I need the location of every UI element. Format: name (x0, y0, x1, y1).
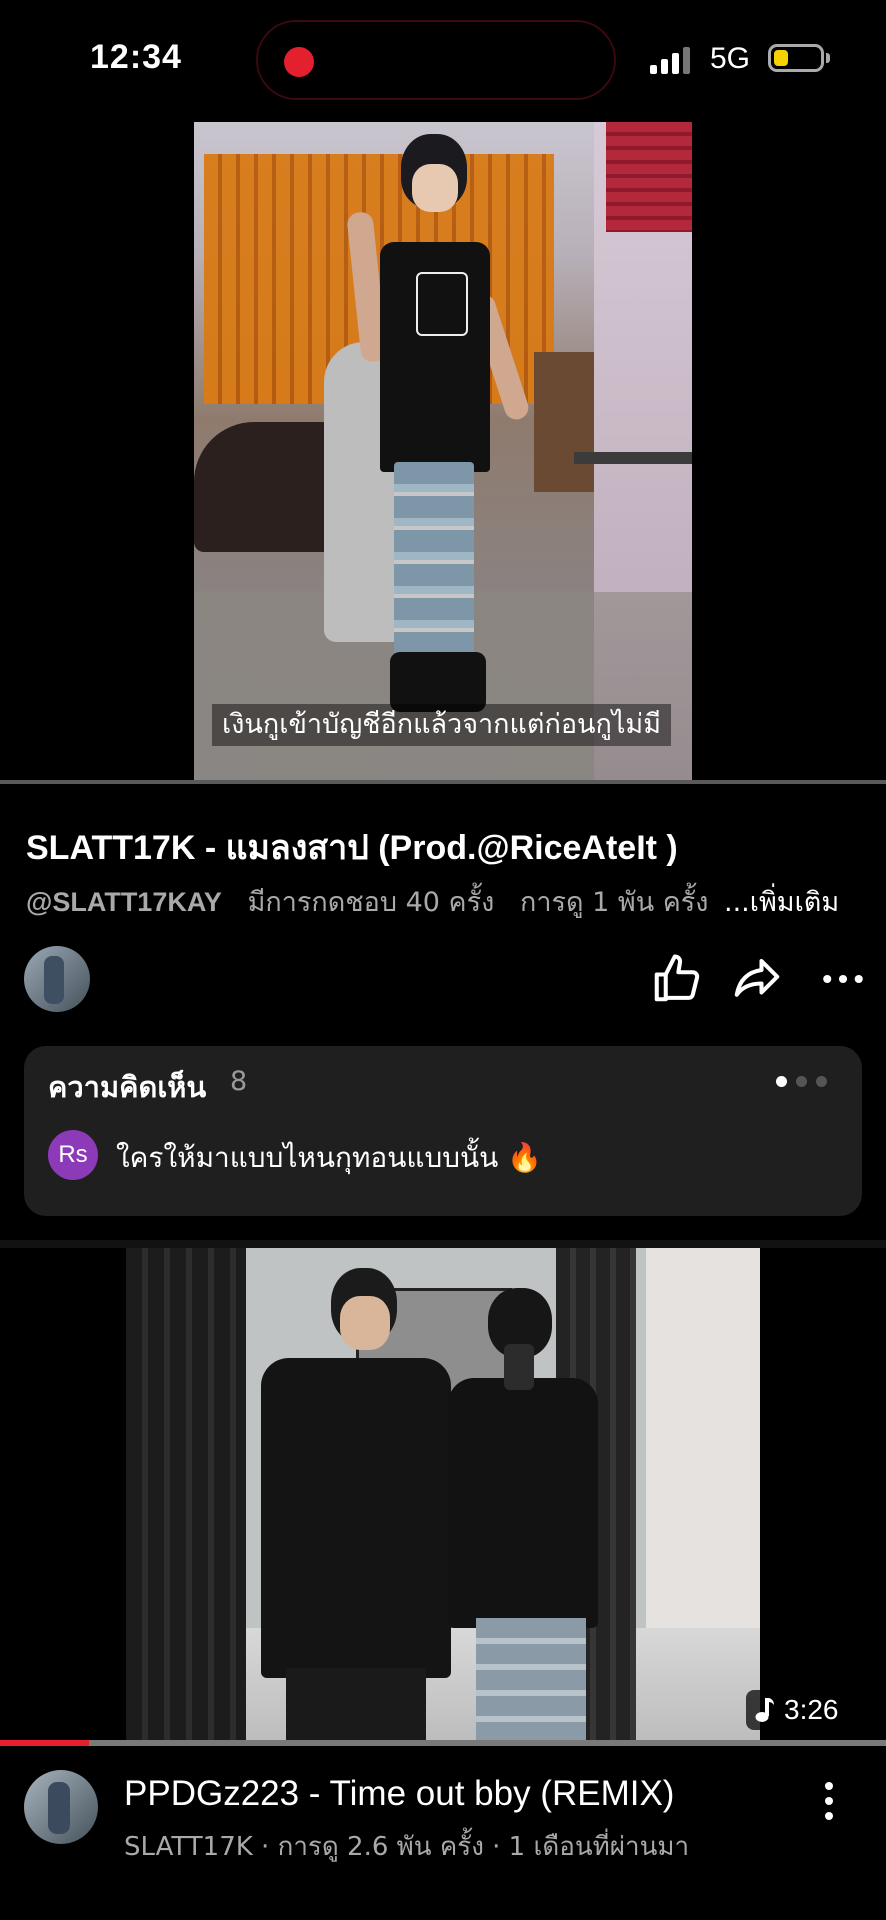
share-button[interactable] (730, 952, 788, 1006)
signal-strength-icon (650, 44, 694, 74)
show-more-button[interactable]: ...เพิ่มเติม (724, 880, 839, 923)
next-video-title[interactable]: PPDGz223 - Time out bby (REMIX) (124, 1774, 674, 1814)
channel-avatar[interactable] (24, 946, 90, 1012)
share-icon (734, 958, 780, 997)
next-video-progress-fill (0, 1740, 89, 1746)
network-type: 5G (710, 42, 751, 75)
more-vertical-icon (825, 1782, 833, 1820)
status-time: 12:34 (90, 38, 182, 76)
commenter-avatar[interactable]: Rs (48, 1130, 98, 1180)
music-note-icon (755, 1698, 774, 1722)
section-divider (0, 1240, 886, 1248)
comments-count: 8 (230, 1066, 248, 1097)
next-video-progress-track (0, 1740, 886, 1746)
video-player[interactable]: เงินกูเข้าบัญชีอีกแล้วจากแต่ก่อนกูไม่มี (194, 122, 692, 782)
more-horizontal-icon (823, 974, 863, 984)
channel-handle[interactable]: @SLATT17KAY (26, 887, 222, 917)
video-meta[interactable]: @SLATT17KAY มีการกดชอบ 40 ครั้ง การดู 1 … (26, 880, 709, 923)
video-subtitle: เงินกูเข้าบัญชีอีกแล้วจากแต่ก่อนกูไม่มี (212, 704, 672, 746)
video-duration-badge: 3:26 (746, 1690, 849, 1730)
battery-cap (826, 53, 830, 63)
comments-card[interactable]: ความคิดเห็น 8 Rs ใครให้มาแบบไหนกุทอนแบบน… (24, 1046, 862, 1216)
next-video-menu-button[interactable] (812, 1776, 846, 1826)
comments-title: ความคิดเห็น (48, 1070, 207, 1104)
views-count: การดู 1 พัน ครั้ง (520, 887, 709, 918)
battery-icon (768, 44, 824, 72)
next-video-meta: SLATT17K · การดู 2.6 พัน ครั้ง · 1 เดือน… (124, 1832, 690, 1862)
like-button[interactable] (650, 952, 704, 1006)
duration-text: 3:26 (784, 1694, 839, 1725)
status-bar: 12:34 5G (0, 0, 886, 120)
next-video-channel-avatar[interactable] (24, 1770, 98, 1844)
more-actions-button[interactable] (816, 952, 870, 1006)
dynamic-island[interactable] (256, 20, 616, 100)
video-progress-bar[interactable] (0, 780, 886, 784)
thumbs-up-icon (654, 954, 700, 1002)
likes-count: มีการกดชอบ 40 ครั้ง (247, 887, 495, 918)
next-video-thumbnail[interactable] (126, 1248, 760, 1744)
recording-indicator-icon (284, 47, 314, 77)
top-comment-text: ใครให้มาแบบไหนกุทอนแบบนั้น 🔥 (116, 1141, 543, 1174)
comments-carousel-dots (776, 1076, 836, 1090)
video-title[interactable]: SLATT17K - แมลงสาป (Prod.@RiceAteIt ) (26, 820, 678, 874)
